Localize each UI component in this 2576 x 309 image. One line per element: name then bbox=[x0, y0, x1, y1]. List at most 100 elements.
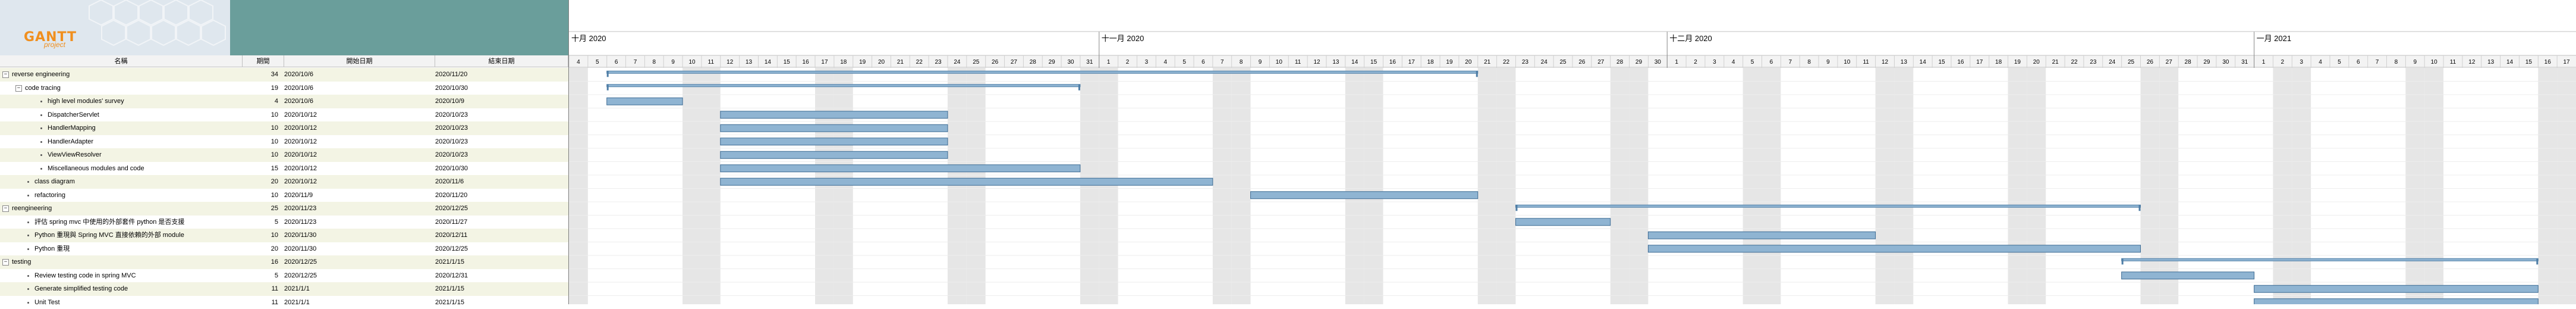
day-label: 6 bbox=[1770, 59, 1773, 65]
collapse-toggle-icon[interactable]: − bbox=[15, 85, 22, 92]
task-row[interactable]: Generate simplified testing code112021/1… bbox=[0, 282, 568, 296]
task-name: Python 重現 bbox=[34, 242, 70, 256]
task-bar[interactable] bbox=[2254, 299, 2539, 304]
collapse-toggle-icon[interactable]: − bbox=[2, 205, 9, 212]
day-label: 10 bbox=[2431, 59, 2438, 65]
day-label: 9 bbox=[1259, 59, 1262, 65]
task-bar[interactable] bbox=[721, 178, 1213, 185]
task-start-date: 2020/10/12 bbox=[284, 108, 435, 122]
month-label: 十二月 2020 bbox=[1669, 34, 1712, 43]
task-bar[interactable] bbox=[1251, 192, 1478, 199]
day-label: 14 bbox=[2506, 59, 2514, 65]
collapse-toggle-icon[interactable]: − bbox=[2, 71, 9, 78]
day-label: 12 bbox=[2468, 59, 2476, 65]
bullet-icon bbox=[40, 114, 42, 116]
day-label: 10 bbox=[688, 59, 696, 65]
task-duration: 10 bbox=[243, 229, 278, 242]
task-row[interactable]: −code tracing192020/10/62020/10/30 bbox=[0, 82, 568, 95]
task-start-date: 2020/10/6 bbox=[284, 95, 435, 108]
column-header-task[interactable]: 名稱 bbox=[0, 55, 243, 67]
task-name: reengineering bbox=[12, 202, 52, 216]
task-row[interactable]: Python 重現202020/11/302020/12/25 bbox=[0, 242, 568, 256]
task-row[interactable]: HandlerAdapter102020/10/122020/10/23 bbox=[0, 135, 568, 149]
task-end-date: 2020/10/9 bbox=[435, 95, 568, 108]
day-label: 8 bbox=[1807, 59, 1811, 65]
task-bar[interactable] bbox=[721, 111, 948, 118]
logo-banner: GANTT project bbox=[0, 0, 568, 55]
task-name: code tracing bbox=[25, 82, 61, 95]
task-bar[interactable] bbox=[721, 151, 948, 158]
task-row[interactable]: −reengineering252020/11/232020/12/25 bbox=[0, 202, 568, 216]
task-bar[interactable] bbox=[1515, 219, 1610, 226]
task-row[interactable]: Miscellaneous modules and code152020/10/… bbox=[0, 162, 568, 176]
summary-bar[interactable] bbox=[607, 85, 1080, 87]
day-label: 23 bbox=[935, 59, 942, 65]
day-label: 15 bbox=[1370, 59, 1377, 65]
day-label: 30 bbox=[2222, 59, 2229, 65]
column-header-start[interactable]: 開始日期 bbox=[284, 55, 435, 67]
task-end-date: 2021/1/15 bbox=[435, 282, 568, 296]
day-label: 19 bbox=[859, 59, 866, 65]
day-label: 18 bbox=[840, 59, 847, 65]
task-bar[interactable] bbox=[607, 98, 682, 105]
day-label: 8 bbox=[1240, 59, 1243, 65]
task-row[interactable]: class diagram202020/10/122020/11/6 bbox=[0, 175, 568, 189]
task-row[interactable]: Review testing code in spring MVC52020/1… bbox=[0, 269, 568, 283]
day-label: 17 bbox=[1408, 59, 1416, 65]
task-end-date: 2020/10/23 bbox=[435, 135, 568, 149]
task-name-cell: −reverse engineering bbox=[0, 68, 243, 82]
summary-bar[interactable] bbox=[2122, 258, 2539, 261]
bullet-icon bbox=[27, 195, 29, 196]
column-header-end[interactable]: 結束日期 bbox=[435, 55, 568, 67]
task-row[interactable]: DispatcherServlet102020/10/122020/10/23 bbox=[0, 108, 568, 122]
task-bar[interactable] bbox=[2254, 285, 2539, 292]
task-start-date: 2020/11/30 bbox=[284, 229, 435, 242]
task-duration: 25 bbox=[243, 202, 278, 216]
day-label: 24 bbox=[2109, 59, 2116, 65]
task-row[interactable]: Python 重現與 Spring MVC 直接依賴的外部 module 10 20… bbox=[0, 229, 568, 242]
task-start-date: 2020/11/9 bbox=[284, 189, 435, 202]
task-bar[interactable] bbox=[721, 124, 948, 132]
task-row[interactable]: Unit Test112021/1/12021/1/15 bbox=[0, 296, 568, 309]
summary-bar-start-cap bbox=[1515, 205, 1517, 211]
task-start-date: 2020/10/6 bbox=[284, 68, 435, 82]
bullet-icon bbox=[27, 181, 29, 183]
summary-bar[interactable] bbox=[1515, 205, 2140, 207]
task-name: Python 重現與 Spring MVC 直接依賴的外部 module bbox=[34, 229, 184, 242]
day-label: 3 bbox=[2300, 59, 2303, 65]
task-name-cell: high level modules' survey bbox=[0, 95, 243, 108]
task-bar[interactable] bbox=[2122, 272, 2254, 279]
day-label: 29 bbox=[1049, 59, 1056, 65]
task-row[interactable]: 評估 spring mvc 中使用的外部套件 python 是否支援52020/… bbox=[0, 216, 568, 229]
task-row[interactable]: −testing162020/12/252021/1/15 bbox=[0, 255, 568, 269]
column-header-duration[interactable]: 期間 bbox=[243, 55, 284, 67]
task-name-cell: class diagram bbox=[0, 175, 243, 189]
task-name-cell: −code tracing bbox=[0, 82, 243, 95]
task-name-cell: refactoring bbox=[0, 189, 243, 202]
day-label: 29 bbox=[1635, 59, 1643, 65]
day-label: 7 bbox=[1221, 59, 1224, 65]
day-label: 6 bbox=[1201, 59, 1205, 65]
collapse-toggle-icon[interactable]: − bbox=[2, 259, 9, 266]
task-row[interactable]: −reverse engineering342020/10/62020/11/2… bbox=[0, 68, 568, 82]
task-bar[interactable] bbox=[721, 138, 948, 145]
day-label: 3 bbox=[1145, 59, 1149, 65]
day-label: 16 bbox=[1957, 59, 1964, 65]
task-row[interactable]: high level modules' survey42020/10/62020… bbox=[0, 95, 568, 108]
day-label: 20 bbox=[2033, 59, 2040, 65]
task-bar[interactable] bbox=[1648, 232, 1875, 239]
task-row[interactable]: ViewViewResolver102020/10/122020/10/23 bbox=[0, 148, 568, 162]
task-row[interactable]: HandlerMapping102020/10/122020/10/23 bbox=[0, 121, 568, 135]
day-label: 4 bbox=[577, 59, 580, 65]
day-label: 11 bbox=[2450, 59, 2457, 65]
task-bar[interactable] bbox=[721, 165, 1080, 172]
day-label: 27 bbox=[2166, 59, 2173, 65]
summary-bar-end-cap bbox=[2536, 258, 2538, 264]
summary-bar[interactable] bbox=[607, 71, 1478, 73]
day-label: 6 bbox=[615, 59, 618, 65]
task-row[interactable]: refactoring102020/11/92020/11/20 bbox=[0, 189, 568, 202]
day-label: 15 bbox=[1938, 59, 1945, 65]
task-bar[interactable] bbox=[1648, 245, 2140, 252]
day-label: 18 bbox=[1995, 59, 2002, 65]
bullet-icon bbox=[40, 154, 42, 156]
